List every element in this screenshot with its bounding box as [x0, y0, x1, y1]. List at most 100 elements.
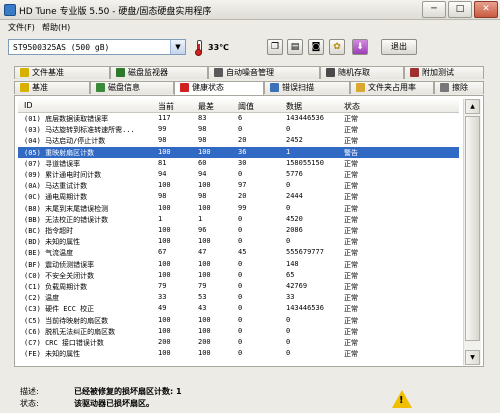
speaker-icon: [214, 68, 223, 77]
cell-status: 正常: [344, 182, 358, 191]
cell-worst: 83: [198, 114, 207, 122]
cell-data: 555679777: [286, 248, 324, 257]
cell-id: (0A) 马达重试计数: [24, 182, 88, 191]
tab-random-access[interactable]: 随机存取: [320, 66, 404, 79]
table-row[interactable]: (BB) 无法校正的错误计数 1 1 0 4520 正常: [18, 214, 459, 225]
table-row[interactable]: (05) 重映射扇区计数 100 100 36 1 警告: [18, 146, 459, 158]
cell-current: 79: [158, 282, 167, 290]
tab-noise-management[interactable]: 自动噪音管理: [208, 66, 320, 79]
table-row[interactable]: (B8) 末尾到末尾错误检测 100 100 99 0 正常: [18, 203, 459, 214]
tab-disk-info[interactable]: 磁盘信息: [90, 81, 174, 94]
cell-worst: 60: [198, 158, 207, 167]
table-row[interactable]: (07) 寻道错误率 81 60 30 158055150 正常: [18, 158, 459, 169]
table-row[interactable]: (C6) 脱机无法纠正的扇区数 100 100 0 0 正常: [18, 326, 459, 337]
cell-id: (0C) 通电周期计数: [24, 193, 88, 202]
app-icon: [4, 4, 16, 16]
cell-data: 158055150: [286, 158, 324, 167]
cell-threshold: 0: [238, 226, 243, 234]
table-row[interactable]: (BF) 震动侦测错误率 100 100 0 148 正常: [18, 259, 459, 270]
cell-data: 143446536: [286, 114, 324, 122]
cell-id: (BE) 气流温度: [24, 249, 74, 258]
cell-current: 67: [158, 248, 167, 257]
col-worst[interactable]: 最差: [198, 101, 214, 112]
cell-status: 正常: [344, 249, 358, 258]
table-row[interactable]: (BD) 未知的属性 100 100 0 0 正常: [18, 236, 459, 247]
cell-data: 148: [286, 259, 299, 268]
tab-health[interactable]: 健康状态: [174, 81, 264, 95]
table-row[interactable]: (04) 马达启动/停止计数 98 98 20 2452 正常: [18, 135, 459, 146]
scroll-up-icon[interactable]: ▲: [465, 99, 480, 114]
table-row[interactable]: (C7) CRC 接口错误计数 200 200 0 0 正常: [18, 337, 459, 348]
download-icon[interactable]: ⬇: [352, 39, 368, 55]
tab-error-scan[interactable]: 错误扫描: [264, 81, 350, 94]
table-row[interactable]: (C3) 硬件 ECC 校正 49 43 0 143446536 正常: [18, 303, 459, 314]
table-row[interactable]: (C5) 当前待映射的扇区数 100 100 0 0 正常: [18, 315, 459, 326]
table-row[interactable]: (09) 累计通电时间计数 94 94 0 5776 正常: [18, 169, 459, 180]
cell-worst: 98: [198, 192, 207, 201]
cell-data: 0: [286, 315, 291, 324]
scroll-thumb[interactable]: [465, 116, 480, 341]
cell-threshold: 0: [238, 214, 243, 223]
window-controls: ─ □ ✕: [422, 1, 498, 18]
cell-id: (C3) 硬件 ECC 校正: [24, 305, 95, 314]
exit-button[interactable]: 退出: [381, 39, 417, 55]
status-label: 状态:: [20, 399, 39, 408]
table-scrollbar[interactable]: ▲ ▼: [463, 99, 481, 365]
save-icon[interactable]: ▤: [287, 39, 303, 55]
cell-threshold: 0: [238, 282, 243, 290]
minimize-button[interactable]: ─: [422, 1, 446, 18]
cell-data: 1: [286, 147, 291, 156]
table-row[interactable]: (BC) 指令超时 100 96 0 2086 正常: [18, 225, 459, 236]
cell-id: (C5) 当前待映射的扇区数: [24, 316, 109, 325]
cell-worst: 200: [198, 338, 211, 346]
table-row[interactable]: (C2) 温度 33 53 0 33 正常: [18, 292, 459, 303]
settings-icon[interactable]: ✿: [329, 39, 345, 55]
tab-erase[interactable]: 擦除: [434, 81, 484, 94]
cell-worst: 100: [198, 270, 211, 279]
thermometer-icon: [194, 40, 202, 56]
cell-worst: 98: [198, 125, 207, 134]
cell-status: 正常: [344, 327, 358, 336]
cell-data: 0: [286, 203, 291, 212]
col-data[interactable]: 数据: [286, 101, 302, 112]
tab-benchmark[interactable]: 基准: [14, 81, 90, 94]
tab-extra-tests[interactable]: 附加测试: [404, 66, 484, 79]
tab-file-benchmark[interactable]: 文件基准: [14, 66, 110, 79]
table-row[interactable]: (C1) 负载周期计数 79 79 0 42769 正常: [18, 281, 459, 292]
cell-status: 正常: [344, 215, 358, 224]
close-button[interactable]: ✕: [474, 1, 498, 18]
copy-icon[interactable]: ❐: [267, 39, 283, 55]
camera-icon[interactable]: ◙: [308, 39, 324, 55]
table-row[interactable]: (BE) 气流温度 67 47 45 555679777 正常: [18, 247, 459, 258]
table-row[interactable]: (0A) 马达重试计数 100 100 97 0 正常: [18, 180, 459, 191]
col-id[interactable]: ID: [24, 101, 33, 110]
cell-worst: 100: [198, 237, 211, 246]
col-status[interactable]: 状态: [344, 101, 360, 112]
menu-bar: 文件(F) 帮助(H): [0, 20, 500, 34]
scroll-down-icon[interactable]: ▼: [465, 350, 480, 365]
cell-id: (C7) CRC 接口错误计数: [24, 339, 104, 347]
info-section: 描述: 已经被修复的损坏扇区计数: 1 状态: 该驱动器已损坏扇区。 !: [14, 380, 484, 413]
table-row[interactable]: (03) 马达旋转到标准转速所需... 99 98 0 0 正常: [18, 124, 459, 135]
cell-current: 94: [158, 170, 167, 178]
tab-disk-monitor[interactable]: 磁盘监视器: [110, 66, 208, 79]
col-current[interactable]: 当前: [158, 101, 174, 112]
table-row[interactable]: (01) 底层数据读取错误率 117 83 6 143446536 正常: [18, 113, 459, 124]
health-table[interactable]: ID 当前 最差 阈值 数据 状态 (01) 底层数据读取错误率 117 83 6 14…: [18, 99, 459, 365]
table-row[interactable]: (C0) 不安全关闭计数 100 100 0 65 正常: [18, 270, 459, 281]
menu-help[interactable]: 帮助(H): [42, 22, 70, 33]
col-threshold[interactable]: 阈值: [238, 101, 254, 112]
cell-status: 正常: [344, 260, 358, 269]
cell-current: 100: [158, 226, 171, 234]
cell-status: 正常: [344, 137, 358, 146]
chevron-down-icon[interactable]: ▼: [170, 40, 185, 54]
tab-folder-usage[interactable]: 文件夹占用率: [350, 81, 434, 94]
table-row[interactable]: (FE) 未知的属性 100 100 0 0 正常: [18, 348, 459, 359]
cell-threshold: 0: [238, 170, 243, 178]
menu-file[interactable]: 文件(F): [8, 22, 35, 33]
drive-select[interactable]: ST9500325AS (500 gB) ▼: [8, 39, 186, 55]
maximize-button[interactable]: □: [448, 1, 472, 18]
cell-threshold: 0: [238, 326, 243, 335]
table-row[interactable]: (0C) 通电周期计数 98 98 20 2444 正常: [18, 191, 459, 202]
cell-current: 100: [158, 237, 171, 246]
